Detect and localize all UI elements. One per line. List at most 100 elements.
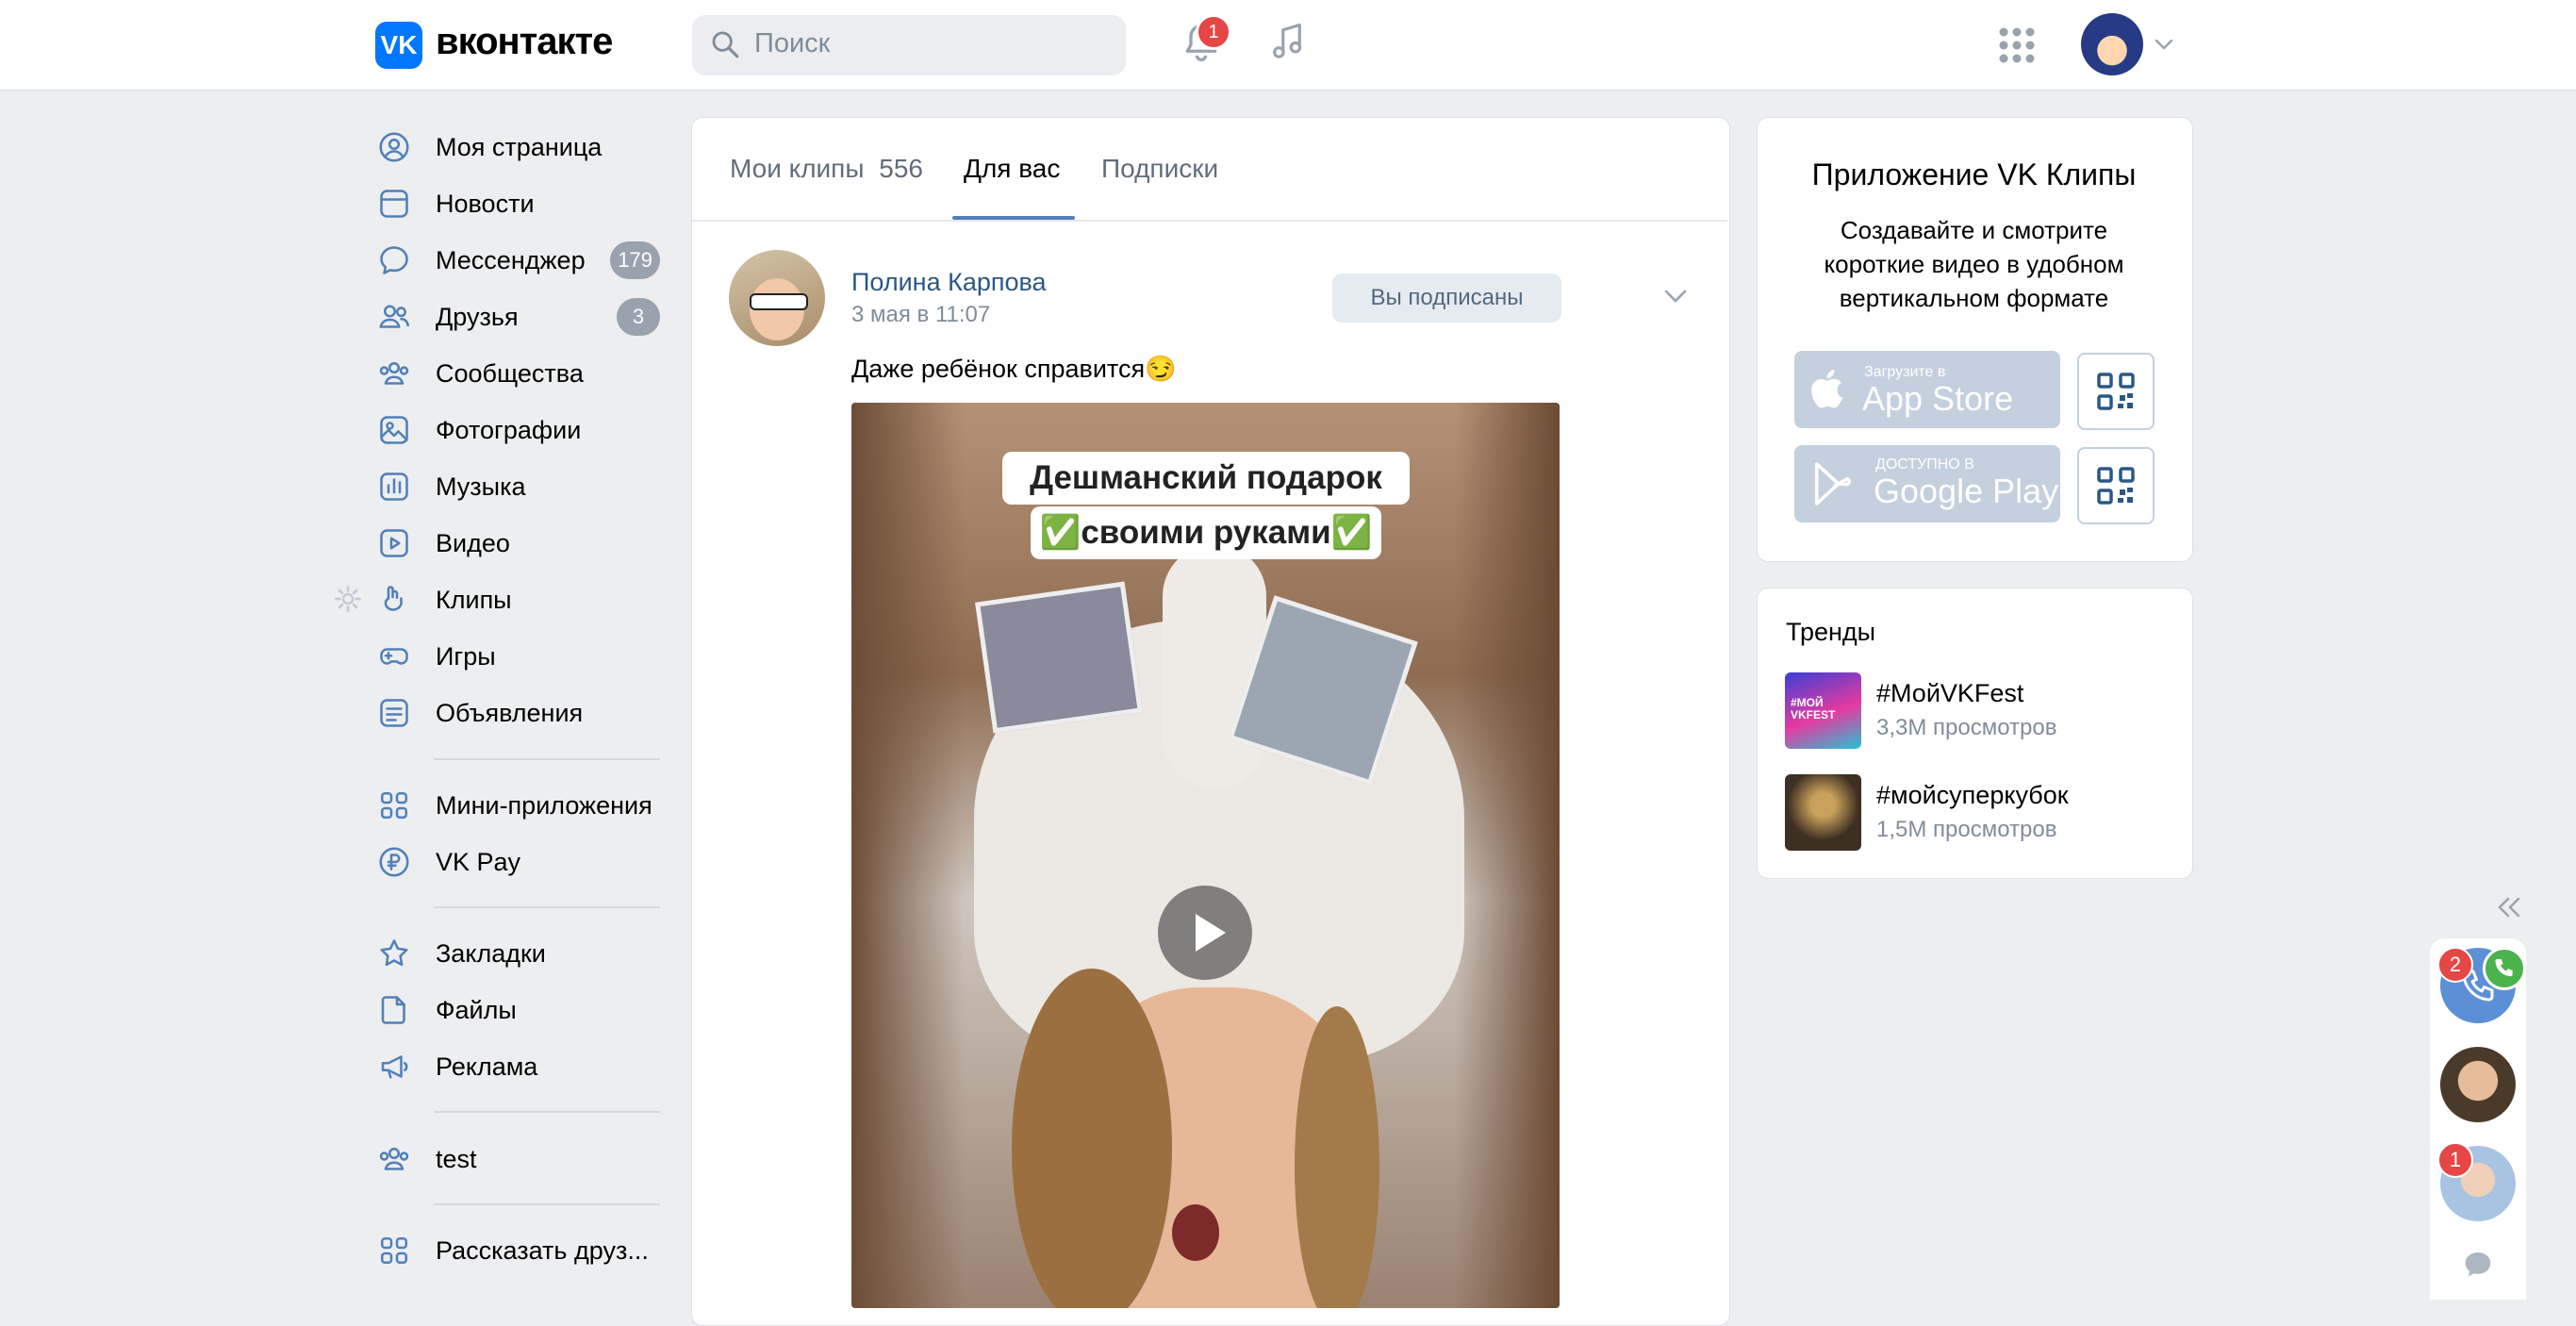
post-text: Даже ребёнок справится😏 <box>851 355 1177 383</box>
google-play-qr-button[interactable] <box>2077 447 2155 524</box>
apps-icon <box>380 791 408 820</box>
app-store-button[interactable]: Загрузите в App Store <box>1794 351 2060 428</box>
call-badge: 2 <box>2437 947 2473 983</box>
vk-logo-icon[interactable]: VK <box>375 22 422 69</box>
chat-bubble-icon[interactable] <box>2463 1250 2493 1278</box>
sidebar-item-label: Клипы <box>436 585 512 614</box>
sidebar-item-label: Мини-приложения <box>436 790 652 820</box>
sidebar-item-label: Новости <box>436 189 535 218</box>
sidebar-item-vkpay[interactable]: VK Pay <box>377 836 679 888</box>
sidebar-item-group[interactable]: test <box>377 1133 679 1185</box>
apps-grid-icon[interactable] <box>1999 27 2035 63</box>
sidebar-item-star[interactable]: Закладки <box>377 927 679 980</box>
post-menu-chevron-icon[interactable] <box>1663 289 1688 304</box>
vkpay-icon <box>379 847 409 877</box>
sidebar-item-communities[interactable]: Сообщества <box>377 347 679 400</box>
sidebar-item-gamepad[interactable]: Игры <box>377 630 679 683</box>
following-button[interactable]: Вы подписаны <box>1332 273 1561 323</box>
trends-title: Тренды <box>1786 618 1876 646</box>
girl-hair <box>1012 969 1172 1308</box>
sidebar-item-photo[interactable]: Фотографии <box>377 404 679 456</box>
sidebar-item-megaphone[interactable]: Реклама <box>377 1040 679 1093</box>
author-name[interactable]: Полина Карпова <box>851 268 1047 297</box>
google-play-big-text: Google Play <box>1874 472 2059 510</box>
message-icon <box>380 246 408 274</box>
tab-my-clips-count: 556 <box>879 154 923 183</box>
sidebar-item-count: 3 <box>617 298 660 336</box>
active-tab-indicator <box>952 216 1075 220</box>
video-caption-line1: Дешманский подарок <box>1002 452 1410 505</box>
qr-code-icon <box>2097 467 2135 505</box>
girl-mouth <box>1172 1204 1219 1261</box>
apps-icon <box>380 1236 408 1265</box>
sidebar-item-news[interactable]: Новости <box>377 177 679 230</box>
sidebar-item-apps[interactable]: Мини-приложения <box>377 779 679 832</box>
sidebar-item-label: Объявления <box>436 698 584 727</box>
apple-icon <box>1811 370 1843 408</box>
author-avatar[interactable] <box>729 250 825 346</box>
profile-avatar[interactable] <box>2081 13 2143 75</box>
app-store-qr-button[interactable] <box>2077 353 2155 430</box>
settings-gear-icon[interactable] <box>334 585 362 613</box>
girl-hair-right <box>1295 1006 1379 1308</box>
sidebar-item-music[interactable]: Музыка <box>377 460 679 513</box>
sidebar-item-clips[interactable]: Клипы <box>377 573 679 626</box>
contact-badge: 1 <box>2437 1142 2473 1178</box>
video-caption-line2: ✅своими руками✅ <box>1031 506 1381 559</box>
tab-my-clips-label: Мои клипы <box>730 154 865 183</box>
sidebar-item-label: Фотографии <box>436 415 582 444</box>
trend-thumbnail-vkfest[interactable]: #МОЙ VKFEST <box>1785 672 1861 749</box>
music-note-icon[interactable] <box>1268 19 1308 64</box>
post-date[interactable]: 3 мая в 11:07 <box>851 302 990 328</box>
tab-for-you[interactable]: Для вас <box>964 154 1060 184</box>
search-icon <box>712 31 739 58</box>
sidebar-item-label: VK Pay <box>436 847 521 876</box>
sidebar-item-label: Друзья <box>436 302 519 331</box>
sidebar-item-file[interactable]: Файлы <box>377 984 679 1036</box>
sidebar-item-video[interactable]: Видео <box>377 517 679 570</box>
sidebar-item-label: Рассказать друз... <box>436 1235 649 1265</box>
friends-icon <box>379 305 409 328</box>
sidebar-item-message[interactable]: Мессенджер 179 <box>377 234 679 287</box>
notifications-badge: 1 <box>1196 14 1231 50</box>
sidebar-item-label: Сообщества <box>436 358 584 388</box>
news-icon <box>380 190 408 218</box>
collapse-double-chevron-icon[interactable] <box>2495 896 2523 919</box>
trend-views-vkfest: 3,3M просмотров <box>1876 715 2057 740</box>
clip-video[interactable]: Дешманский подарок ✅своими руками✅ <box>851 403 1560 1308</box>
trend-thumbnail-supercup[interactable] <box>1785 774 1861 851</box>
tab-my-clips[interactable]: Мои клипы 556 <box>730 154 923 184</box>
sidebar-item-label: Видео <box>436 528 510 557</box>
nav-divider <box>434 1111 660 1113</box>
star-icon <box>380 939 408 967</box>
nav-divider <box>434 1203 660 1205</box>
google-play-button[interactable]: ДОСТУПНО В Google Play <box>1794 445 2060 522</box>
tab-subscriptions[interactable]: Подписки <box>1101 154 1218 184</box>
search-placeholder: Поиск <box>754 28 831 58</box>
sidebar-item-label: Мессенджер <box>436 245 586 274</box>
user-circle-icon <box>379 132 409 162</box>
logo-text[interactable]: вконтакте <box>436 21 613 63</box>
chevron-down-icon[interactable] <box>2154 38 2174 51</box>
play-button[interactable] <box>1158 886 1252 980</box>
trend-tag-vkfest[interactable]: #МойVKFest <box>1876 679 2023 708</box>
nav-divider <box>434 758 660 760</box>
sidebar-item-label: Игры <box>436 641 496 671</box>
sidebar-item-label: test <box>436 1144 477 1173</box>
phone-active-icon <box>2495 959 2513 977</box>
trend-tag-supercup[interactable]: #мойсуперкубок <box>1876 781 2069 810</box>
sidebar-item-label: Моя страница <box>436 132 603 161</box>
file-icon <box>381 996 405 1024</box>
music-icon <box>380 472 408 501</box>
sidebar-item-apps[interactable]: Рассказать друз... <box>377 1224 679 1277</box>
google-play-icon <box>1815 462 1851 506</box>
video-icon <box>380 529 408 557</box>
sidebar-item-label: Музыка <box>436 472 526 501</box>
sidebar-item-classifieds[interactable]: Объявления <box>377 687 679 739</box>
sidebar-item-friends[interactable]: Друзья 3 <box>377 290 679 343</box>
classifieds-icon <box>380 699 408 727</box>
qr-code-icon <box>2097 373 2135 410</box>
contact-avatar-1[interactable] <box>2440 1047 2516 1122</box>
photo-card-left <box>975 581 1143 734</box>
sidebar-item-user-circle[interactable]: Моя страница <box>377 121 679 174</box>
